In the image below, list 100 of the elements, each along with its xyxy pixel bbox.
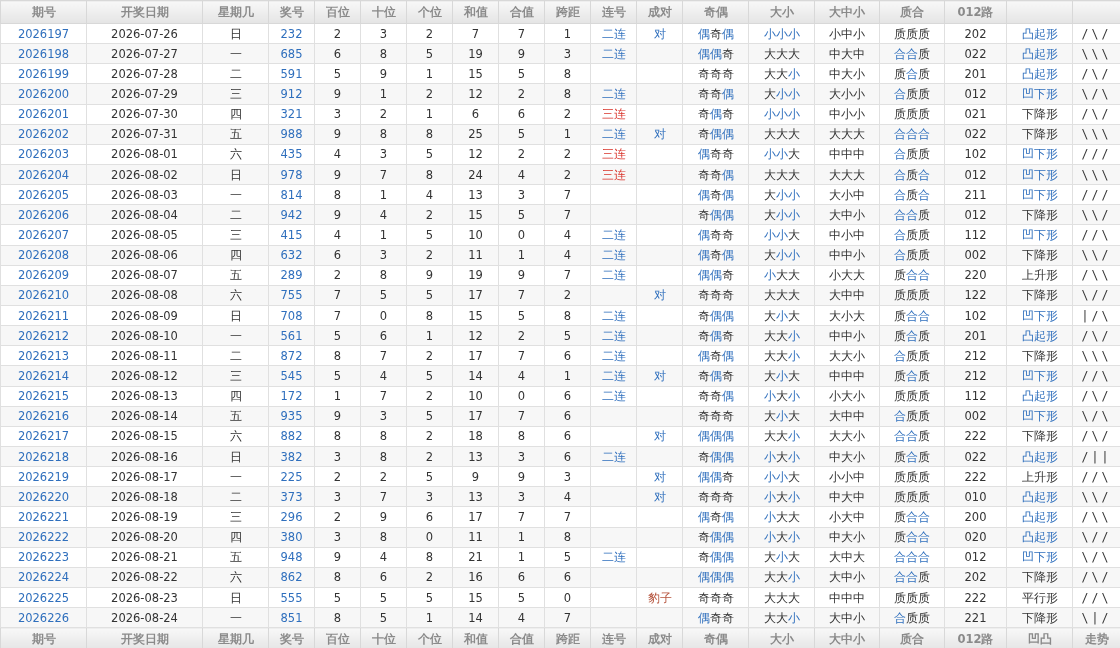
- table-cell: 25: [452, 124, 499, 145]
- table-cell: 二连: [590, 224, 637, 246]
- number-link[interactable]: 415: [268, 224, 315, 246]
- table-cell: 14: [452, 607, 499, 628]
- table-cell: 凸起形: [1006, 486, 1073, 507]
- number-link[interactable]: 561: [268, 325, 315, 346]
- number-link[interactable]: 708: [268, 305, 315, 326]
- period-link[interactable]: 2026207: [0, 224, 87, 246]
- table-cell: 小小中: [814, 466, 880, 487]
- period-link[interactable]: 2026199: [0, 63, 87, 84]
- table-cell: 112: [944, 386, 1007, 407]
- number-link[interactable]: 545: [268, 365, 315, 387]
- period-link[interactable]: 2026216: [0, 406, 87, 427]
- number-link[interactable]: 373: [268, 486, 315, 507]
- table-cell: 2: [314, 506, 361, 527]
- table-cell: 一: [202, 325, 269, 346]
- number-link[interactable]: 382: [268, 446, 315, 467]
- table-cell: 7: [360, 486, 407, 507]
- period-link[interactable]: 2026214: [0, 365, 87, 387]
- table-cell: 奇偶偶: [682, 527, 749, 548]
- table-cell: 222: [944, 426, 1007, 447]
- table-cell: 12: [452, 83, 499, 105]
- number-link[interactable]: 172: [268, 386, 315, 407]
- column-header: 大中小: [814, 0, 880, 24]
- number-link[interactable]: 882: [268, 426, 315, 447]
- number-link[interactable]: 232: [268, 23, 315, 44]
- period-link[interactable]: 2026213: [0, 345, 87, 366]
- number-link[interactable]: 948: [268, 547, 315, 568]
- table-cell: 大小小: [748, 83, 815, 105]
- number-link[interactable]: 289: [268, 265, 315, 286]
- number-link[interactable]: 978: [268, 164, 315, 185]
- period-link[interactable]: 2026200: [0, 83, 87, 105]
- period-link[interactable]: 2026211: [0, 305, 87, 326]
- period-link[interactable]: 2026204: [0, 164, 87, 185]
- table-cell: 1: [406, 607, 453, 628]
- period-link[interactable]: 2026223: [0, 547, 87, 568]
- number-link[interactable]: 591: [268, 63, 315, 84]
- period-link[interactable]: 2026217: [0, 426, 87, 447]
- number-link[interactable]: 296: [268, 506, 315, 527]
- period-link[interactable]: 2026198: [0, 43, 87, 64]
- table-cell: 7: [498, 23, 545, 44]
- number-link[interactable]: 685: [268, 43, 315, 64]
- number-link[interactable]: 632: [268, 245, 315, 266]
- table-cell: 6: [544, 426, 591, 447]
- table-cell: 3: [314, 486, 361, 507]
- period-link[interactable]: 2026206: [0, 204, 87, 225]
- number-link[interactable]: 988: [268, 124, 315, 145]
- period-link[interactable]: 2026219: [0, 466, 87, 487]
- table-cell: 12: [452, 325, 499, 346]
- number-link[interactable]: 755: [268, 285, 315, 306]
- table-cell: 2: [406, 245, 453, 266]
- period-link[interactable]: 2026221: [0, 506, 87, 527]
- number-link[interactable]: 851: [268, 607, 315, 628]
- table-cell: 2: [360, 466, 407, 487]
- period-link[interactable]: 2026205: [0, 184, 87, 205]
- number-link[interactable]: 321: [268, 104, 315, 125]
- table-cell: 奇偶偶: [682, 446, 749, 467]
- period-link[interactable]: 2026202: [0, 124, 87, 145]
- period-link[interactable]: 2026220: [0, 486, 87, 507]
- number-link[interactable]: 912: [268, 83, 315, 105]
- period-link[interactable]: 2026209: [0, 265, 87, 286]
- period-link[interactable]: 2026222: [0, 527, 87, 548]
- number-link[interactable]: 814: [268, 184, 315, 205]
- number-link[interactable]: 435: [268, 144, 315, 165]
- number-link[interactable]: 935: [268, 406, 315, 427]
- table-cell: 五: [202, 265, 269, 286]
- period-link[interactable]: 2026203: [0, 144, 87, 165]
- table-cell: 中中小: [814, 245, 880, 266]
- table-cell: 合合质: [879, 204, 945, 225]
- table-cell: 9: [360, 506, 407, 527]
- table-cell: 8: [406, 164, 453, 185]
- table-cell: 中中中: [814, 587, 880, 608]
- period-link[interactable]: 2026218: [0, 446, 87, 467]
- table-cell: 奇奇奇: [682, 63, 749, 84]
- table-cell: 2026-08-08: [86, 285, 203, 306]
- period-link[interactable]: 2026197: [0, 23, 87, 44]
- period-link[interactable]: 2026226: [0, 607, 87, 628]
- number-link[interactable]: 942: [268, 204, 315, 225]
- number-link[interactable]: 872: [268, 345, 315, 366]
- period-link[interactable]: 2026210: [0, 285, 87, 306]
- period-link[interactable]: 2026215: [0, 386, 87, 407]
- period-link[interactable]: 2026201: [0, 104, 87, 125]
- period-link[interactable]: 2026212: [0, 325, 87, 346]
- table-cell: 17: [452, 506, 499, 527]
- table-cell: 质质质: [879, 466, 945, 487]
- period-link[interactable]: 2026208: [0, 245, 87, 266]
- table-cell: 小小大: [748, 144, 815, 165]
- table-cell: 合质质: [879, 83, 945, 105]
- table-cell: 质质质: [879, 587, 945, 608]
- number-link[interactable]: 862: [268, 567, 315, 588]
- table-cell: 4: [314, 144, 361, 165]
- number-link[interactable]: 225: [268, 466, 315, 487]
- number-link[interactable]: 380: [268, 527, 315, 548]
- table-cell: 奇奇奇: [682, 406, 749, 427]
- table-cell: 四: [202, 245, 269, 266]
- table-cell: 2026-08-21: [86, 547, 203, 568]
- period-link[interactable]: 2026225: [0, 587, 87, 608]
- period-link[interactable]: 2026224: [0, 567, 87, 588]
- number-link[interactable]: 555: [268, 587, 315, 608]
- table-cell: 凹下形: [1006, 547, 1073, 568]
